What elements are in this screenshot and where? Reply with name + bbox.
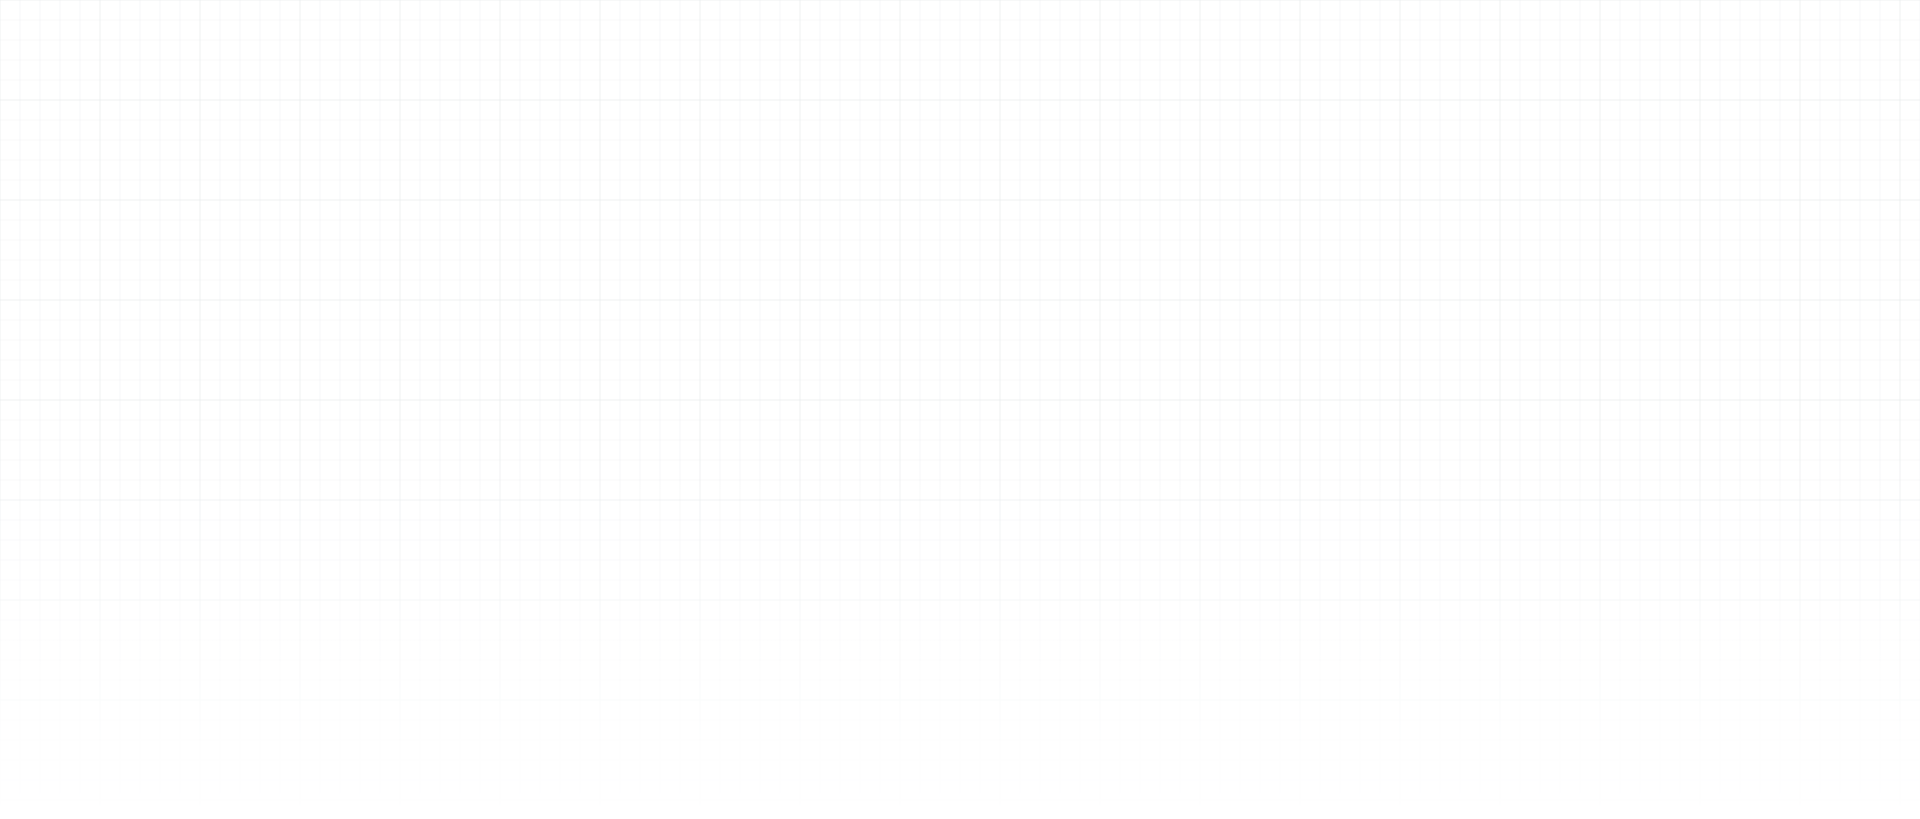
page-canvas	[0, 0, 1920, 819]
background-grid	[0, 0, 1920, 819]
grid-pattern	[0, 0, 1920, 819]
